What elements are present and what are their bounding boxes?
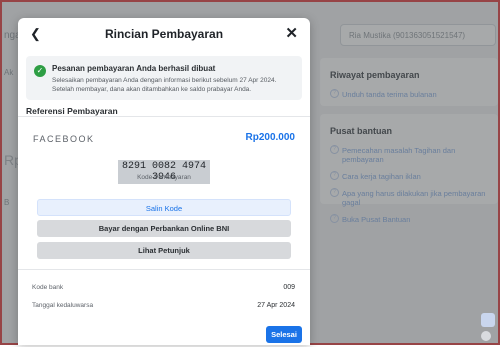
alert-description: Selesaikan pembayaran Anda dengan inform… (52, 77, 277, 93)
copy-code-button[interactable]: Salin Kode (37, 199, 291, 216)
reference-heading: Referensi Pembayaran (26, 106, 118, 116)
settings-icon[interactable] (481, 313, 495, 327)
done-button[interactable]: Selesai (266, 326, 302, 343)
payment-code-label: Kode Pembayaran (137, 174, 191, 181)
pay-bni-online-button[interactable]: Bayar dengan Perbankan Online BNI (37, 220, 291, 237)
close-icon[interactable]: ✕ (285, 26, 298, 41)
merchant-name: FACEBOOK (33, 134, 95, 144)
expiry-date-value: 27 Apr 2024 (257, 302, 295, 309)
bank-code-label: Kode bank (32, 284, 64, 291)
bank-code-value: 009 (283, 284, 295, 291)
bank-code-row: Kode bank 009 (32, 284, 295, 291)
divider (18, 269, 310, 270)
modal-header: ❮ Rincian Pembayaran ✕ (18, 18, 310, 50)
expiry-date-row: Tanggal kedaluwarsa 27 Apr 2024 (32, 302, 295, 309)
expiry-date-label: Tanggal kedaluwarsa (32, 302, 94, 309)
help-bubble-icon[interactable] (481, 331, 491, 341)
alert-title: Pesanan pembayaran Anda berhasil dibuat (52, 64, 216, 73)
view-instructions-button[interactable]: Lihat Petunjuk (37, 242, 291, 259)
success-alert: ✓ Pesanan pembayaran Anda berhasil dibua… (26, 56, 302, 100)
modal-title: Rincian Pembayaran (104, 27, 224, 41)
payment-amount: Rp200.000 (245, 132, 295, 143)
check-circle-icon: ✓ (34, 65, 46, 77)
payment-details-modal: ❮ Rincian Pembayaran ✕ ✓ Pesanan pembaya… (18, 18, 310, 345)
divider (18, 116, 310, 117)
